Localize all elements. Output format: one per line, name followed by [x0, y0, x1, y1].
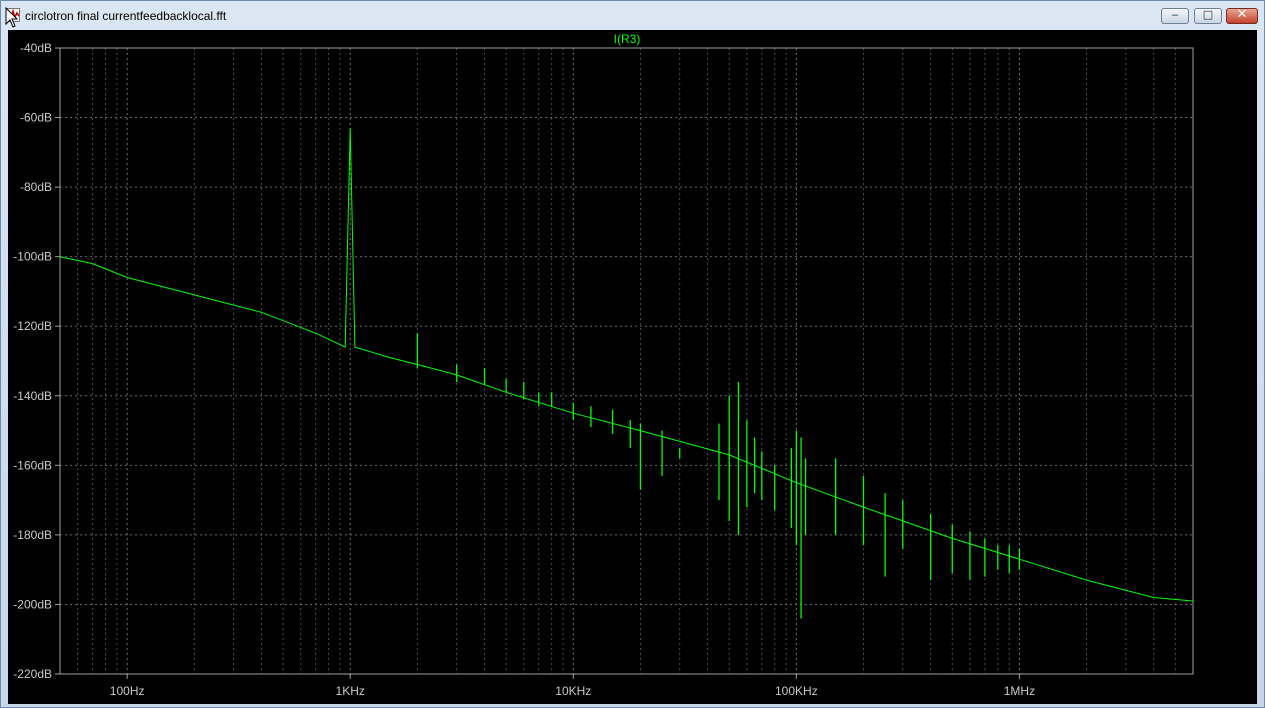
grid-lines [59, 47, 1194, 675]
close-icon: ✕ [1236, 7, 1248, 22]
minimize-icon: ‒ [1171, 8, 1179, 21]
window-title: circlotron final currentfeedbacklocal.ff… [25, 9, 227, 23]
trace-layer [59, 127, 1194, 619]
fft-chart[interactable]: -40dB -60dB -80dB -100dB -120dB -140dB -160dB -… [8, 30, 1257, 704]
trace-line-i-r3 [59, 127, 1194, 602]
y-tick-label: -60dB [20, 111, 52, 125]
x-tick-label: 1KHz [336, 684, 365, 698]
y-tick-label: -120dB [13, 319, 52, 333]
mouse-pointer-icon [5, 7, 19, 28]
app-window: circlotron final currentfeedbacklocal.ff… [0, 0, 1265, 708]
x-tick-label: 100Hz [110, 684, 145, 698]
x-tick-label: 100KHz [775, 684, 818, 698]
y-tick-label: -40dB [20, 41, 52, 55]
y-tick-label: -180dB [13, 528, 52, 542]
minimize-button[interactable]: ‒ [1161, 8, 1189, 24]
maximize-button[interactable]: □ [1194, 8, 1222, 24]
y-tick-label: -80dB [20, 180, 52, 194]
maximize-icon: □ [1202, 8, 1214, 21]
y-tick-label: -100dB [13, 250, 52, 264]
x-tick-label: 1MHz [1004, 684, 1035, 698]
fft-plot-area[interactable]: -40dB -60dB -80dB -100dB -120dB -140dB -160dB -… [8, 30, 1257, 704]
axis-frame [55, 47, 1194, 679]
trace-label-i-r3[interactable]: I(R3) [614, 32, 641, 46]
title-bar[interactable]: circlotron final currentfeedbacklocal.ff… [1, 1, 1264, 30]
y-tick-label: -140dB [13, 389, 52, 403]
plot-frame [59, 47, 1194, 675]
close-button[interactable]: ✕ [1226, 7, 1258, 24]
y-tick-label: -220dB [13, 667, 52, 681]
y-tick-label: -200dB [13, 597, 52, 611]
x-tick-label: 10KHz [555, 684, 591, 698]
y-tick-label: -160dB [13, 458, 52, 472]
